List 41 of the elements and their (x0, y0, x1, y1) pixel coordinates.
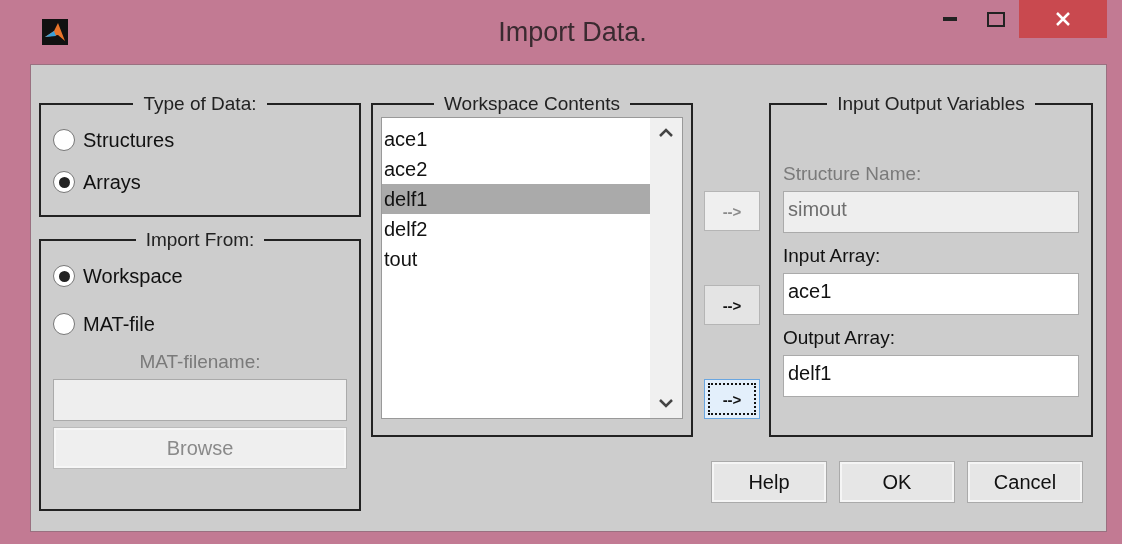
radio-label: Arrays (83, 170, 141, 194)
transfer-button[interactable]: --> (704, 285, 760, 325)
list-item[interactable]: ace2 (382, 154, 650, 184)
radio-button[interactable] (53, 171, 75, 193)
radio-option[interactable]: Arrays (53, 161, 347, 203)
scroll-up-icon[interactable] (659, 128, 673, 137)
transfer-button[interactable]: --> (704, 379, 760, 419)
app-logo-icon (42, 19, 68, 45)
radio-option[interactable]: MAT-file (53, 303, 347, 345)
dialog-button[interactable]: Help (711, 461, 827, 503)
minimize-icon (943, 17, 957, 21)
maximize-icon (987, 11, 1005, 27)
field-label: Input Array: (783, 245, 882, 267)
input-field[interactable] (53, 379, 347, 421)
radio-option[interactable]: Workspace (53, 255, 347, 297)
radio-option[interactable]: Structures (53, 119, 347, 161)
radio-button[interactable] (53, 129, 75, 151)
field-label: Output Array: (783, 327, 896, 349)
dialog-button[interactable]: Cancel (967, 461, 1083, 503)
field-label: MAT-filename: (138, 351, 262, 373)
scroll-down-icon[interactable] (659, 399, 673, 408)
group-title: Workspace Contents (443, 93, 621, 115)
radio-button[interactable] (53, 265, 75, 287)
list-item[interactable]: tout (382, 244, 650, 274)
radio-button[interactable] (53, 313, 75, 335)
list-item[interactable]: delf1 (382, 184, 650, 214)
close-icon (1056, 12, 1070, 26)
radio-label: Workspace (83, 264, 183, 288)
window-title: Import Data. (497, 16, 648, 48)
group-title: Input Output Variables (836, 93, 1026, 115)
list-item[interactable]: ace1 (382, 124, 650, 154)
input-field[interactable]: ace1 (783, 273, 1079, 315)
scrollbar[interactable] (650, 118, 682, 418)
input-field[interactable]: delf1 (783, 355, 1079, 397)
list-item[interactable]: delf2 (382, 214, 650, 244)
dialog-button[interactable]: OK (839, 461, 955, 503)
field-label: Structure Name: (783, 163, 923, 185)
radio-label: MAT-file (83, 312, 155, 336)
group-title: Type of Data: (142, 93, 258, 115)
group-title: Import From: (144, 229, 256, 251)
radio-label: Structures (83, 128, 175, 152)
